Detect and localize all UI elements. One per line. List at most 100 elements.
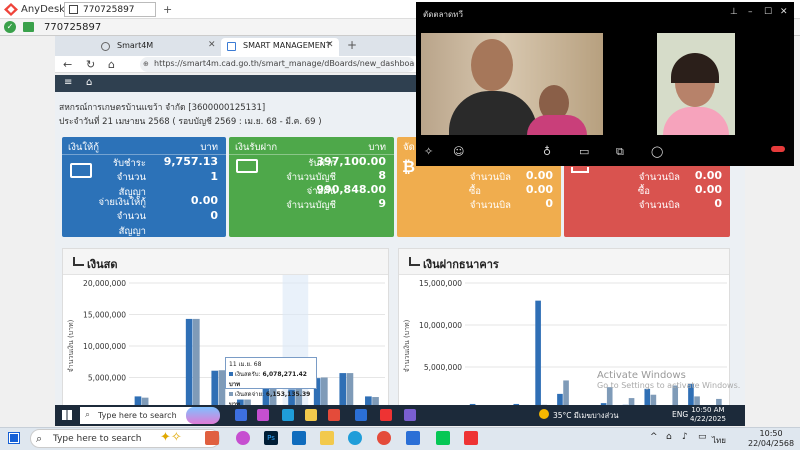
- card-row-label: จำนวนสัญญา: [116, 211, 146, 237]
- bar: [193, 318, 200, 409]
- lock-icon: ⊕: [143, 60, 149, 68]
- home-icon[interactable]: ⌂: [108, 58, 115, 71]
- card-row-label: จำนวนบิล: [469, 200, 511, 211]
- card-unit: บาท: [200, 142, 218, 153]
- bar: [535, 300, 541, 409]
- remote-desk-icon: [23, 22, 34, 32]
- card-row-label: จำนวนบิล: [638, 200, 680, 211]
- bar-chart-icon: [73, 257, 84, 266]
- remote-clock[interactable]: 10:50 AM 4/22/2025: [690, 406, 726, 424]
- card-title: เงินรับฝาก: [235, 142, 278, 153]
- card-row-label: จ่ายเงินให้กู้: [98, 197, 147, 208]
- bar: [211, 370, 219, 409]
- y-tick-label: 5,000,000: [424, 363, 462, 372]
- copilot-icon[interactable]: [257, 409, 269, 421]
- camera-icon[interactable]: ▭: [579, 145, 589, 158]
- building-icon: [571, 167, 589, 173]
- photoshop-icon[interactable]: Ps: [264, 431, 278, 445]
- card-title: จัด: [403, 142, 415, 153]
- home-icon[interactable]: ⌂: [86, 77, 92, 88]
- clock-time: 10:50 AM: [691, 406, 725, 414]
- card-row-value: 0.00: [694, 183, 722, 196]
- close-tab-icon[interactable]: ✕: [208, 40, 216, 50]
- panel-title: เงินสด: [87, 258, 118, 271]
- explorer-icon[interactable]: [320, 431, 334, 445]
- clock-date: 22/04/2568: [748, 439, 795, 448]
- close-icon[interactable]: ✕: [780, 7, 788, 17]
- network-icon[interactable]: ⌂: [666, 432, 672, 442]
- cash-icon: [236, 159, 258, 173]
- battery-icon[interactable]: ▭: [698, 432, 707, 442]
- card-row-label: ซื้อ: [468, 186, 481, 197]
- y-tick-label: 15,000,000: [419, 279, 462, 288]
- edge-icon[interactable]: [348, 431, 362, 445]
- copilot-icon[interactable]: [236, 431, 250, 445]
- anydesk-address-input[interactable]: 770725897: [44, 22, 101, 33]
- search-icon: ⌕: [85, 410, 91, 420]
- card-row-value: 0.00: [190, 194, 218, 207]
- refresh-icon[interactable]: ↻: [86, 58, 95, 71]
- mic-icon[interactable]: ♁: [543, 145, 551, 158]
- card-row-label: รับชำระ: [112, 158, 146, 169]
- menu-icon[interactable]: ≡: [64, 77, 72, 88]
- back-icon[interactable]: ←: [63, 58, 72, 71]
- app-icon[interactable]: [404, 409, 416, 421]
- taskview-icon[interactable]: [235, 409, 247, 421]
- minimize-icon[interactable]: –: [748, 7, 753, 17]
- new-tab-plus-icon[interactable]: +: [163, 3, 172, 16]
- language-indicator[interactable]: ไทย: [712, 434, 726, 447]
- y-axis-label: จำนวนเงิน (บาท): [403, 319, 411, 372]
- volume-icon[interactable]: ♪: [682, 432, 688, 442]
- clock-time: 10:50: [759, 429, 783, 438]
- tab-smart-management[interactable]: SMART MANAGEMENT: [221, 38, 339, 56]
- card-deposits: เงินรับฝาก บาท รับฝาก 397,100.00 จำนวนบั…: [229, 137, 394, 237]
- tooltip-date: 11 เม.ย. 68: [229, 361, 262, 368]
- share-icon[interactable]: ⧉: [616, 145, 624, 159]
- anydesk-app-icon[interactable]: [380, 409, 392, 421]
- new-tab-icon[interactable]: +: [347, 38, 357, 52]
- tab-smart4m[interactable]: Smart4M: [95, 38, 219, 56]
- card-row-value: 0.00: [525, 183, 553, 196]
- chrome-icon[interactable]: [328, 409, 340, 421]
- y-tick-label: 5,000,000: [88, 374, 126, 383]
- emoji-icon[interactable]: ☺: [453, 145, 464, 158]
- maximize-icon[interactable]: ☐: [764, 7, 772, 17]
- close-tab-icon[interactable]: ✕: [326, 40, 334, 50]
- edge-icon[interactable]: [282, 409, 294, 421]
- windows-start-icon[interactable]: [8, 432, 20, 444]
- bar-chart-icon: [409, 257, 420, 266]
- outlook-icon[interactable]: [292, 431, 306, 445]
- card-row-value: 0: [210, 209, 218, 222]
- pin-icon[interactable]: ⊥: [730, 7, 738, 17]
- report-date: ประจำวันที่ 21 เมษายน 2568 ( รอบบัญชี 25…: [59, 117, 322, 127]
- explorer-icon[interactable]: [305, 409, 317, 421]
- weather-text: 35°C มีเมฆบางส่วน: [553, 410, 619, 422]
- sparkle-icon[interactable]: ✧: [424, 145, 433, 158]
- card-row-value: 0: [714, 197, 722, 210]
- remote-search-box[interactable]: Type here to search: [80, 407, 195, 424]
- line-icon[interactable]: [436, 431, 450, 445]
- weather-widget-icon[interactable]: [186, 407, 220, 424]
- org-name: สหกรณ์การเกษตรบ้านแขว้า จำกัด [360000012…: [59, 103, 266, 113]
- local-search-box[interactable]: Type here to search: [30, 429, 220, 448]
- anydesk-app-icon[interactable]: [464, 431, 478, 445]
- bar: [346, 373, 354, 409]
- card-row-label: จำนวนบิล: [638, 172, 680, 183]
- language-indicator[interactable]: ENG: [672, 410, 688, 419]
- card-row-value: 9: [378, 197, 386, 210]
- tooltip-label: เงินสดรับ:: [234, 371, 261, 378]
- windows-start-icon[interactable]: [62, 410, 72, 420]
- card-row-value: 0.00: [525, 169, 553, 182]
- weather-widget-icon[interactable]: [205, 431, 219, 445]
- chart-tooltip: 11 เม.ย. 68 เงินสดรับ: 6,078,271.42 บาท …: [225, 357, 317, 408]
- tray-chevron-icon[interactable]: ^: [650, 432, 658, 442]
- chat-icon[interactable]: ◯: [651, 145, 663, 158]
- card-row-value: 397,100.00: [316, 155, 386, 168]
- browser-app-icon[interactable]: [355, 409, 367, 421]
- chrome-icon[interactable]: [377, 431, 391, 445]
- temperature: 35°C: [553, 411, 572, 420]
- hangup-icon[interactable]: [771, 146, 785, 152]
- url-bar[interactable]: https://smart4m.cad.go.th/smart_manage/d…: [140, 57, 415, 72]
- browser-app-icon[interactable]: [406, 431, 420, 445]
- local-clock[interactable]: 10:50 22/04/2568: [748, 429, 794, 449]
